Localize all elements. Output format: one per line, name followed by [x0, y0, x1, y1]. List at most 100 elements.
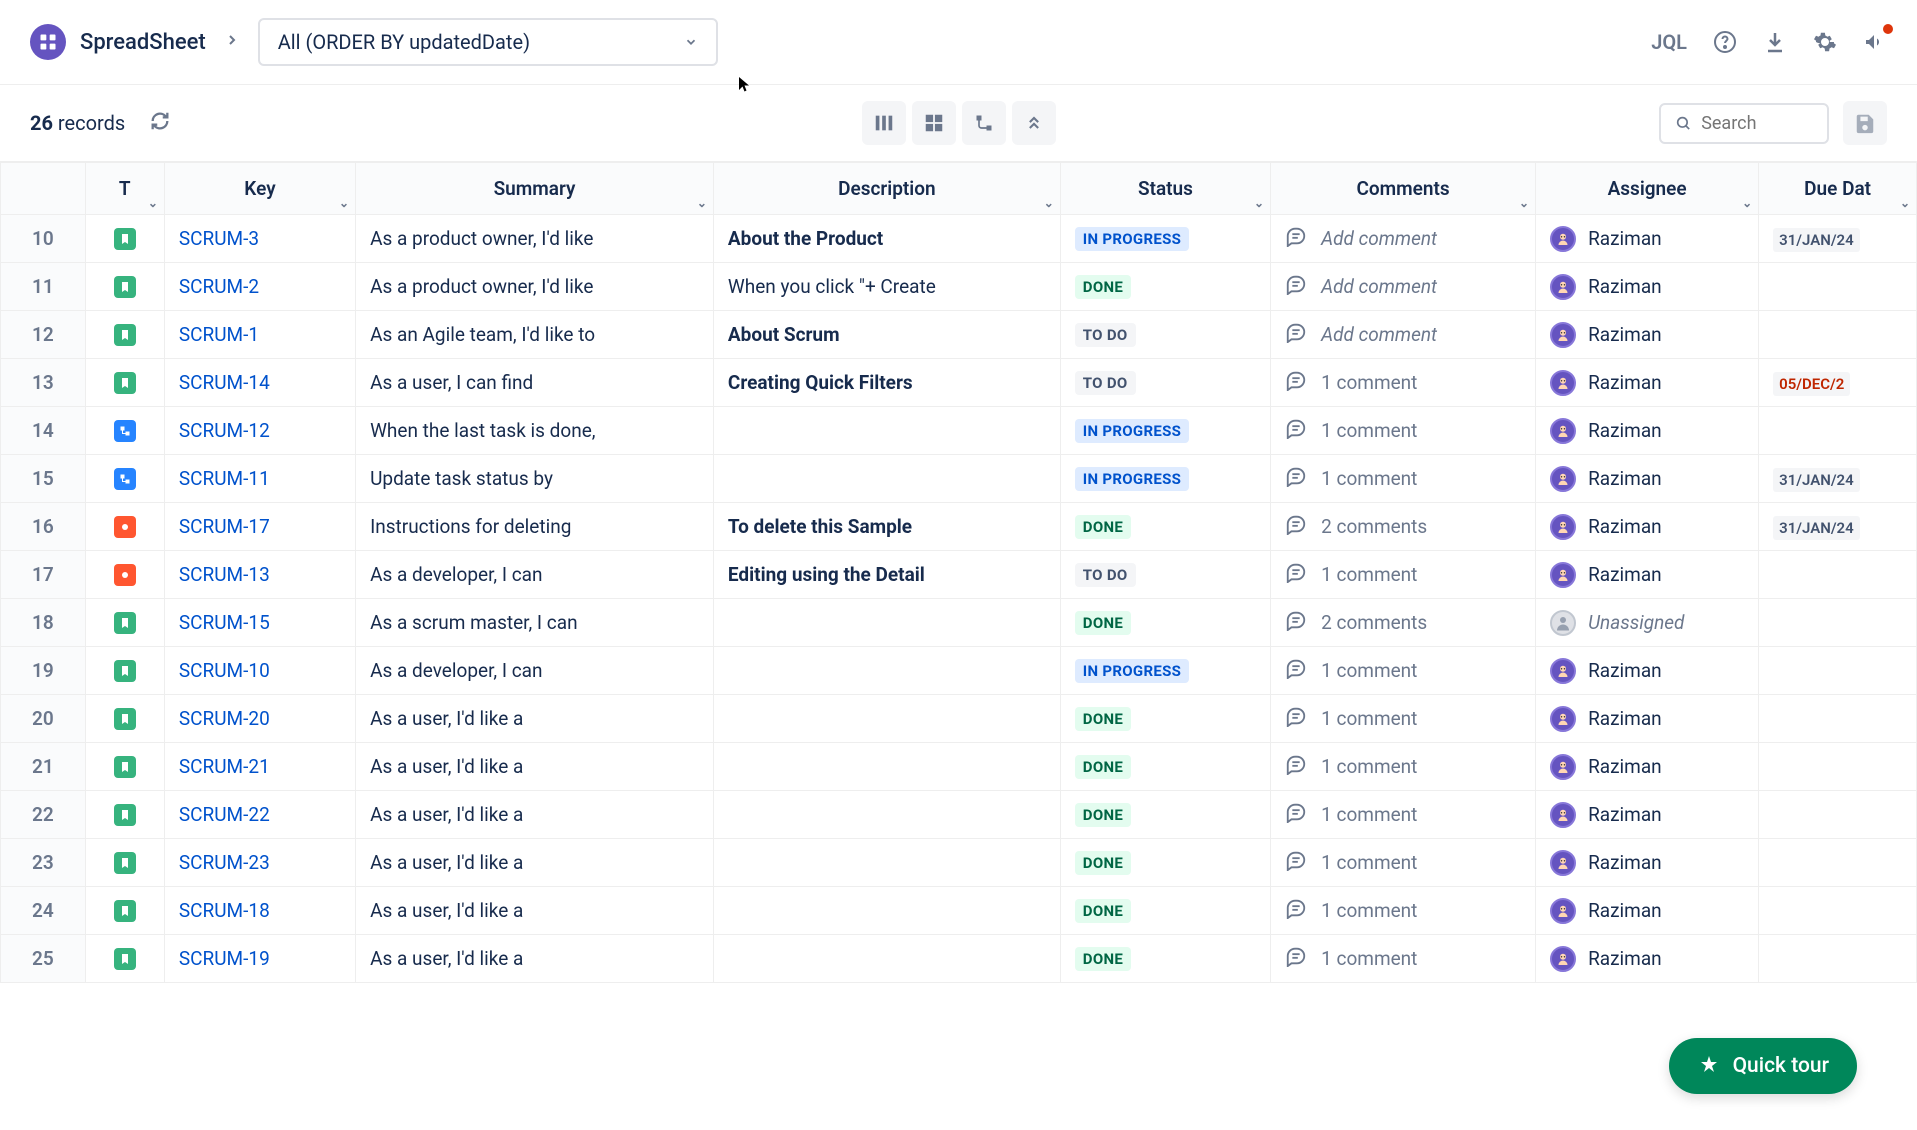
table-row[interactable]: 22SCRUM-22As a user, I'd like aDONE1 com…: [1, 791, 1917, 839]
comments-cell[interactable]: 1 comment: [1285, 369, 1521, 396]
comments-cell[interactable]: Add comment: [1285, 225, 1521, 252]
comments-column-cell[interactable]: 1 comment: [1271, 647, 1536, 695]
status-cell[interactable]: IN PROGRESS: [1060, 407, 1270, 455]
issue-key-link[interactable]: SCRUM-18: [179, 899, 270, 922]
comments-cell[interactable]: Add comment: [1285, 321, 1521, 348]
help-icon[interactable]: [1713, 30, 1737, 54]
status-chip[interactable]: TO DO: [1075, 563, 1136, 587]
table-row[interactable]: 10SCRUM-3As a product owner, I'd likeAbo…: [1, 215, 1917, 263]
description-cell[interactable]: About Scrum: [713, 311, 1060, 359]
comments-cell[interactable]: 1 comment: [1285, 465, 1521, 492]
description-cell[interactable]: When you click "+ Create: [713, 263, 1060, 311]
description-cell[interactable]: [713, 839, 1060, 887]
status-chip[interactable]: DONE: [1075, 515, 1131, 539]
table-row[interactable]: 18SCRUM-15As a scrum master, I canDONE2 …: [1, 599, 1917, 647]
comments-column-cell[interactable]: Add comment: [1271, 215, 1536, 263]
comments-column-cell[interactable]: 1 comment: [1271, 551, 1536, 599]
issue-key-link[interactable]: SCRUM-20: [179, 707, 270, 730]
status-chip[interactable]: TO DO: [1075, 323, 1136, 347]
description-cell[interactable]: [713, 647, 1060, 695]
key-cell[interactable]: SCRUM-10: [164, 647, 355, 695]
table-row[interactable]: 20SCRUM-20As a user, I'd like aDONE1 com…: [1, 695, 1917, 743]
type-cell[interactable]: [85, 791, 164, 839]
status-cell[interactable]: DONE: [1060, 839, 1270, 887]
comments-column-cell[interactable]: Add comment: [1271, 311, 1536, 359]
issue-key-link[interactable]: SCRUM-2: [179, 275, 259, 298]
key-cell[interactable]: SCRUM-15: [164, 599, 355, 647]
due-date-cell[interactable]: [1759, 599, 1917, 647]
assignee-cell[interactable]: Raziman: [1536, 839, 1759, 887]
description-cell[interactable]: [713, 695, 1060, 743]
assignee-cell[interactable]: Raziman: [1536, 647, 1759, 695]
assignee-cell[interactable]: Raziman: [1536, 791, 1759, 839]
assignee-cell[interactable]: Raziman: [1536, 887, 1759, 935]
search-input[interactable]: [1701, 113, 1813, 134]
download-icon[interactable]: [1763, 30, 1787, 54]
key-cell[interactable]: SCRUM-14: [164, 359, 355, 407]
column-menu-icon[interactable]: ⌄: [1742, 196, 1752, 210]
comments-cell[interactable]: 1 comment: [1285, 417, 1521, 444]
column-menu-icon[interactable]: ⌄: [697, 196, 707, 210]
comments-column-cell[interactable]: 1 comment: [1271, 887, 1536, 935]
issue-key-link[interactable]: SCRUM-10: [179, 659, 270, 682]
status-chip[interactable]: IN PROGRESS: [1075, 419, 1189, 443]
description-cell[interactable]: Editing using the Detail: [713, 551, 1060, 599]
issue-key-link[interactable]: SCRUM-11: [179, 467, 270, 490]
status-chip[interactable]: DONE: [1075, 275, 1131, 299]
column-header-description[interactable]: Description⌄: [713, 163, 1060, 215]
due-date-cell[interactable]: [1759, 935, 1917, 983]
assignee-cell[interactable]: Raziman: [1536, 551, 1759, 599]
summary-cell[interactable]: As a product owner, I'd like: [356, 215, 714, 263]
assignee-cell[interactable]: Raziman: [1536, 407, 1759, 455]
filter-dropdown[interactable]: All (ORDER BY updatedDate): [258, 18, 718, 66]
refresh-button[interactable]: [149, 110, 171, 136]
description-cell[interactable]: Creating Quick Filters: [713, 359, 1060, 407]
column-menu-icon[interactable]: ⌄: [1254, 196, 1264, 210]
issue-key-link[interactable]: SCRUM-17: [179, 515, 270, 538]
assignee-cell[interactable]: Raziman: [1536, 311, 1759, 359]
column-menu-icon[interactable]: ⌄: [339, 196, 349, 210]
issue-key-link[interactable]: SCRUM-23: [179, 851, 270, 874]
status-chip[interactable]: DONE: [1075, 851, 1131, 875]
column-header-key[interactable]: Key⌄: [164, 163, 355, 215]
status-cell[interactable]: DONE: [1060, 599, 1270, 647]
type-cell[interactable]: [85, 743, 164, 791]
comments-cell[interactable]: 1 comment: [1285, 753, 1521, 780]
summary-cell[interactable]: As a user, I'd like a: [356, 695, 714, 743]
comments-cell[interactable]: 1 comment: [1285, 897, 1521, 924]
status-chip[interactable]: DONE: [1075, 611, 1131, 635]
table-row[interactable]: 13SCRUM-14As a user, I can findCreating …: [1, 359, 1917, 407]
type-cell[interactable]: [85, 311, 164, 359]
assignee-cell[interactable]: Raziman: [1536, 263, 1759, 311]
column-header-comments[interactable]: Comments⌄: [1271, 163, 1536, 215]
column-menu-icon[interactable]: ⌄: [1519, 196, 1529, 210]
description-cell[interactable]: To delete this Sample: [713, 503, 1060, 551]
type-cell[interactable]: [85, 407, 164, 455]
type-cell[interactable]: [85, 695, 164, 743]
summary-cell[interactable]: As a user, I'd like a: [356, 935, 714, 983]
due-date-cell[interactable]: 31/JAN/24: [1759, 215, 1917, 263]
comments-cell[interactable]: 1 comment: [1285, 945, 1521, 972]
view-grid-button[interactable]: [912, 101, 956, 145]
key-cell[interactable]: SCRUM-17: [164, 503, 355, 551]
column-menu-icon[interactable]: ⌄: [1900, 196, 1910, 210]
column-header-t[interactable]: T⌄: [85, 163, 164, 215]
assignee-cell[interactable]: Raziman: [1536, 935, 1759, 983]
type-cell[interactable]: [85, 935, 164, 983]
status-cell[interactable]: IN PROGRESS: [1060, 215, 1270, 263]
column-header-due-dat[interactable]: Due Dat⌄: [1759, 163, 1917, 215]
due-date-cell[interactable]: [1759, 839, 1917, 887]
due-date-cell[interactable]: [1759, 647, 1917, 695]
comments-column-cell[interactable]: 1 comment: [1271, 791, 1536, 839]
summary-cell[interactable]: As a scrum master, I can: [356, 599, 714, 647]
jql-button[interactable]: JQL: [1651, 30, 1687, 54]
type-cell[interactable]: [85, 503, 164, 551]
search-box[interactable]: [1659, 103, 1829, 144]
key-cell[interactable]: SCRUM-12: [164, 407, 355, 455]
column-header-assignee[interactable]: Assignee⌄: [1536, 163, 1759, 215]
comments-column-cell[interactable]: 1 comment: [1271, 743, 1536, 791]
column-menu-icon[interactable]: ⌄: [1044, 196, 1054, 210]
comments-column-cell[interactable]: 1 comment: [1271, 839, 1536, 887]
key-cell[interactable]: SCRUM-19: [164, 935, 355, 983]
status-cell[interactable]: DONE: [1060, 695, 1270, 743]
